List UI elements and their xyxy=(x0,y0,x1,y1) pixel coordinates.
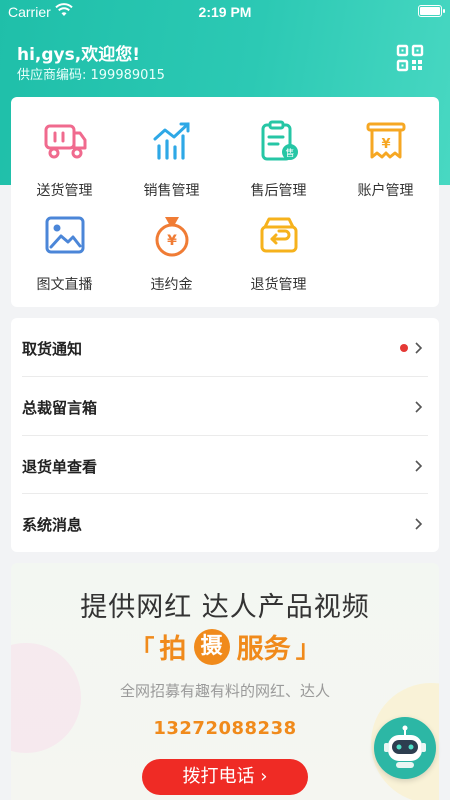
chatbot-button[interactable] xyxy=(374,717,436,779)
banner-service-line: 「 拍 摄 服务 」 xyxy=(11,627,439,666)
svg-text:售: 售 xyxy=(285,147,294,159)
image-live-icon xyxy=(45,216,85,254)
list-item-label: 系统消息 xyxy=(22,516,83,534)
money-bag-icon: ¥ xyxy=(155,217,189,257)
svg-text:¥: ¥ xyxy=(167,233,177,249)
menu-label: 图文直播 xyxy=(36,277,93,293)
menu-penalty[interactable]: ¥ 违约金 xyxy=(118,199,225,293)
chevron-right-icon xyxy=(415,518,423,530)
account-bill-icon: ¥ xyxy=(366,122,406,159)
menu-sales-management[interactable]: 销售管理 xyxy=(118,105,225,199)
list-item-label: 取货通知 xyxy=(22,340,83,358)
greeting-text: hi,gys,欢迎您! xyxy=(17,45,140,65)
menu-label: 销售管理 xyxy=(143,183,200,199)
battery-icon xyxy=(418,5,445,17)
list-item-return-orders[interactable]: 退货单查看 xyxy=(11,436,439,494)
supplier-code: 供应商编码: 199989015 xyxy=(17,68,165,83)
list-item-system-messages[interactable]: 系统消息 xyxy=(11,494,439,552)
list-item-label: 退货单查看 xyxy=(22,458,98,476)
return-box-icon xyxy=(260,217,298,253)
list-item-ceo-mailbox[interactable]: 总裁留言箱 xyxy=(11,377,439,435)
sales-chart-icon xyxy=(153,122,190,160)
menu-delivery-management[interactable]: 送货管理 xyxy=(11,105,118,199)
svg-text:¥: ¥ xyxy=(381,137,390,152)
menu-account-management[interactable]: ¥ 账户管理 xyxy=(332,105,439,199)
menu-label: 违约金 xyxy=(150,277,193,293)
menu-label: 退货管理 xyxy=(250,277,307,293)
menu-label: 送货管理 xyxy=(36,183,93,199)
qr-code-icon[interactable] xyxy=(396,44,424,72)
banner-title: 提供网红 达人产品视频 xyxy=(80,592,370,623)
bracket-open: 「 xyxy=(130,635,155,663)
chevron-right-icon xyxy=(415,401,423,413)
banner-subtitle: 全网招募有趣有料的网红、达人 xyxy=(119,682,330,700)
chevron-right-icon xyxy=(415,460,423,472)
menu-after-sales-management[interactable]: 售 售后管理 xyxy=(225,105,332,199)
function-menu-card: 送货管理 销售管理 售 售后管理 ¥ 账户管理 图文直播 ¥ 违约金 退货管理 xyxy=(11,97,439,307)
service-text-left: 拍 xyxy=(159,634,187,665)
unread-dot xyxy=(400,344,408,352)
service-text-right: 服务 xyxy=(236,634,291,665)
status-bar: Carrier 2:19 PM xyxy=(0,0,450,24)
menu-image-live[interactable]: 图文直播 xyxy=(11,199,118,293)
list-item-pickup-notice[interactable]: 取货通知 xyxy=(11,318,439,376)
message-list-card: 取货通知 总裁留言箱 退货单查看 系统消息 xyxy=(11,318,439,552)
menu-return-management[interactable]: 退货管理 xyxy=(225,199,332,293)
clock: 2:19 PM xyxy=(198,4,252,20)
menu-label: 售后管理 xyxy=(250,183,307,199)
delivery-truck-icon xyxy=(44,124,87,159)
call-button[interactable]: 拨打电话 › xyxy=(142,759,308,795)
list-item-label: 总裁留言箱 xyxy=(22,399,98,417)
after-sales-icon: 售 xyxy=(261,120,298,161)
robot-icon xyxy=(384,725,426,768)
service-text-highlight: 摄 xyxy=(193,628,230,665)
menu-label: 账户管理 xyxy=(357,183,414,199)
bracket-close: 」 xyxy=(295,635,320,663)
chevron-right-icon xyxy=(415,342,423,354)
